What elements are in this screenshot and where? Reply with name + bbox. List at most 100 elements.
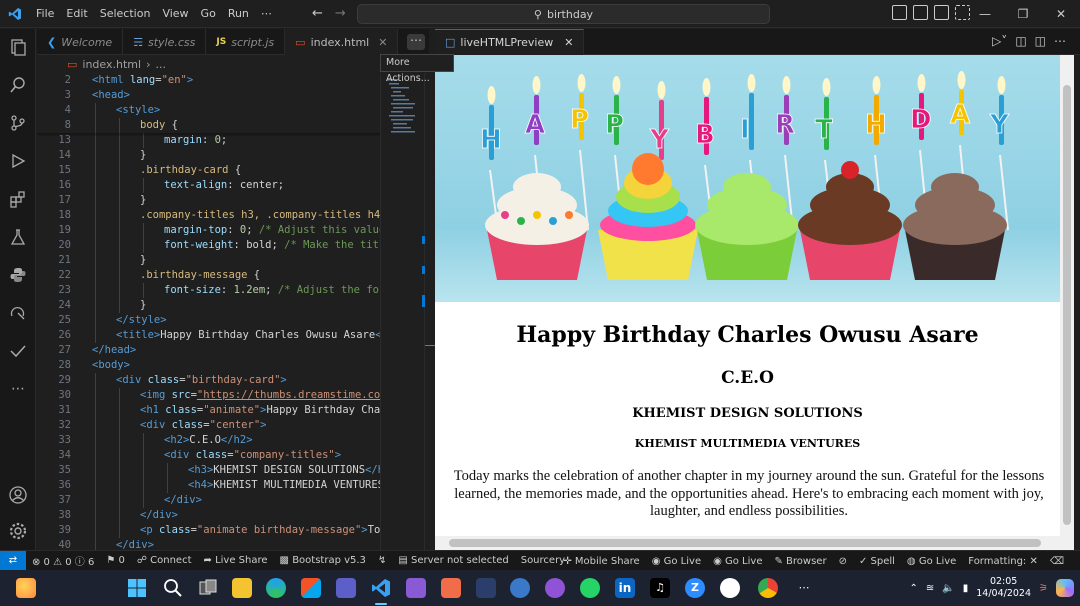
weather-widget-icon[interactable] [16,578,36,598]
scroll-thumb[interactable] [449,539,1041,547]
menu-item-3[interactable]: View [156,0,194,28]
remote-indicator-icon[interactable]: ⇄ [0,550,26,571]
cloud-drive-icon[interactable] [510,578,530,598]
code-line[interactable]: 28 <body> [37,358,380,373]
bootstrap-status[interactable]: ▩ Bootstrap v5.3 [274,555,372,566]
menu-item-0[interactable]: File [30,0,60,28]
code-line[interactable]: 22 .birthday-message { [37,268,380,283]
settings-gear-icon[interactable] [8,521,28,541]
close-tab-icon[interactable]: ✕ [564,36,573,49]
zoom-icon[interactable]: Z [685,578,705,598]
tab-script-js[interactable]: JS script.js [206,29,286,55]
edge-browser-icon[interactable] [266,578,286,598]
code-line[interactable]: 4 <style> [37,103,380,118]
notifications-icon[interactable]: ⌫ [1044,556,1070,567]
linkedin-icon[interactable]: in [615,578,635,598]
plug-icon[interactable]: ↯ [372,555,392,566]
tab-welcome[interactable]: ❮ Welcome [37,29,124,55]
forward-arrow-icon[interactable]: → [335,6,346,21]
visual-studio-icon[interactable] [406,578,426,598]
problems-status[interactable]: ⊗ 0 ⚠ 0 ⓘ 6 [26,553,100,568]
git-gui-icon[interactable] [441,578,461,598]
code-line[interactable]: 3 <head> [37,88,380,103]
teams-icon[interactable] [336,578,356,598]
ports-status[interactable]: ⚑ 0 [100,555,131,566]
command-center-search[interactable]: ⚲ birthday [357,4,770,24]
code-line[interactable]: 29 <div class="birthday-card"> [37,373,380,388]
checkmark-icon[interactable] [8,341,28,361]
code-line[interactable]: 21} [37,253,380,268]
formatting-status[interactable]: Formatting: ✕ [962,556,1044,567]
toggle-secondary-sidebar-icon[interactable] [934,5,949,20]
split-editor-icon[interactable]: ◫ [1035,34,1046,48]
code-line[interactable]: 40 </div> [37,538,380,550]
code-line[interactable]: 30 <img src="https://thumbs.dreamstime.co… [37,388,380,403]
extensions-icon[interactable] [8,189,28,209]
toggle-panel-icon[interactable] [913,5,928,20]
tiktok-icon[interactable]: ♫ [650,578,670,598]
code-line[interactable]: 39 <p class="animate birthday-message">To… [37,523,380,538]
tray-overflow-icon[interactable]: ⌃ [910,583,918,594]
clock[interactable]: 02:05 14/04/2024 [976,576,1031,600]
toggle-sidebar-icon[interactable] [892,5,907,20]
windows-start-icon[interactable] [127,578,147,598]
code-line[interactable]: 25 </style> [37,313,380,328]
task-view-icon[interactable] [198,578,218,598]
github-icon[interactable] [720,578,740,598]
vscode-taskbar-icon[interactable] [371,578,391,598]
spell-status[interactable]: ✓ Spell [853,556,901,567]
open-preview-icon[interactable]: ◫ [1015,34,1026,48]
code-line[interactable]: 35 <h3>KHEMIST DESIGN SOLUTIONS</h [37,463,380,478]
whatsapp-icon[interactable] [580,578,600,598]
chrome-icon[interactable] [758,578,778,598]
code-line[interactable]: 2 <html lang="en"> [37,73,380,88]
source-control-icon[interactable] [8,113,28,133]
copilot-icon[interactable] [1056,579,1074,597]
tab-live-html-preview[interactable]: □ liveHTMLPreview ✕ [435,29,585,55]
battery-icon[interactable]: ▮ [963,583,969,594]
code-line[interactable]: 37 </div> [37,493,380,508]
restore-button[interactable]: ❐ [1004,0,1042,28]
code-line[interactable]: 38 </div> [37,508,380,523]
code-editor[interactable]: 2 <html lang="en"> 3 <head> 4 <style> 8 body { 1… [37,73,380,550]
code-line[interactable]: 34 <div class="company-titles"> [37,448,380,463]
menu-item-2[interactable]: Selection [94,0,157,28]
go-live-status-3[interactable]: ◍ Go Live [901,556,962,567]
breadcrumb-rest[interactable]: ... [155,58,166,71]
volume-icon[interactable]: 🔈 [942,583,954,594]
minimize-button[interactable]: — [966,0,1004,28]
code-line[interactable]: 18 .company-titles h3, .company-titles h4… [37,208,380,223]
code-line[interactable]: 27 </head> [37,343,380,358]
breadcrumb-file[interactable]: index.html [82,58,141,71]
file-explorer-icon[interactable] [232,578,252,598]
explorer-icon[interactable] [8,37,28,57]
code-line[interactable]: 31 <h1 class="animate">Happy Birthday Cha… [37,403,380,418]
code-line[interactable]: 32 <div class="center"> [37,418,380,433]
scroll-thumb[interactable] [1063,85,1071,525]
code-line[interactable]: 20 font-weight: bold; /* Make the title [37,238,380,253]
code-line[interactable]: 19 margin-top: 0; /* Adjust this value [37,223,380,238]
menu-item-6[interactable]: ⋯ [255,0,278,28]
notification-bell-icon[interactable]: ⚞ [1039,583,1048,594]
wifi-icon[interactable]: ≊ [926,583,934,594]
mobile-share-status[interactable]: ✛ Mobile Share [557,556,645,567]
close-tab-icon[interactable]: ✕ [378,36,387,49]
editor-scrollbar[interactable] [422,73,435,550]
code-line[interactable]: 8 body { [37,118,380,133]
preview-horizontal-scrollbar[interactable] [435,536,1060,550]
more-icon[interactable]: ⋯ [1054,34,1066,48]
code-line[interactable]: 14} [37,148,380,163]
go-live-status-1[interactable]: ◉ Go Live [646,556,707,567]
live-share-status[interactable]: ➦ Live Share [198,555,274,566]
testing-icon[interactable] [8,227,28,247]
close-window-button[interactable]: ✕ [1042,0,1080,28]
run-icon[interactable]: ▷˅ [992,34,1007,48]
live-preview-pane[interactable]: HAPPYBIRTHDAY Happy Birthday Charles Owu… [435,55,1060,550]
pycharm-icon[interactable] [476,578,496,598]
remote-explorer-icon[interactable] [8,303,28,323]
search-icon[interactable] [8,75,28,95]
browser-status[interactable]: ✎ Browser [768,556,832,567]
more-views-icon[interactable]: ⋯ [8,379,28,399]
go-live-status-2[interactable]: ◉ Go Live [707,556,768,567]
minimap[interactable] [380,73,429,550]
